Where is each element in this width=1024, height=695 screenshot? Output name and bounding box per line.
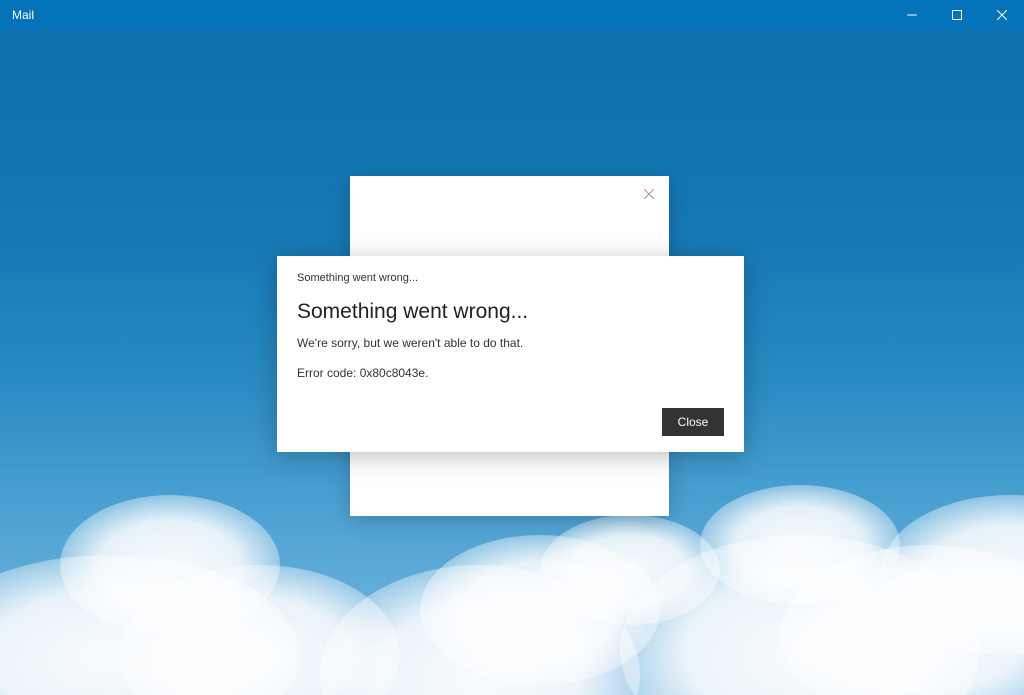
dialog-error-code: Error code: 0x80c8043e.	[297, 366, 724, 380]
close-window-button[interactable]	[979, 0, 1024, 30]
dialog-message: We're sorry, but we weren't able to do t…	[297, 336, 724, 350]
minimize-icon	[907, 10, 917, 20]
window-controls	[889, 0, 1024, 30]
dialog-heading: Something went wrong...	[297, 300, 724, 324]
error-dialog: Something went wrong... Something went w…	[277, 256, 744, 452]
close-button[interactable]: Close	[662, 408, 724, 436]
titlebar: Mail	[0, 0, 1024, 30]
close-icon	[644, 189, 654, 199]
close-icon	[997, 10, 1007, 20]
dialog-caption: Something went wrong...	[297, 272, 724, 284]
app-title: Mail	[12, 8, 34, 22]
minimize-button[interactable]	[889, 0, 934, 30]
underlying-dialog-close-button[interactable]	[639, 184, 659, 204]
maximize-button[interactable]	[934, 0, 979, 30]
maximize-icon	[952, 10, 962, 20]
